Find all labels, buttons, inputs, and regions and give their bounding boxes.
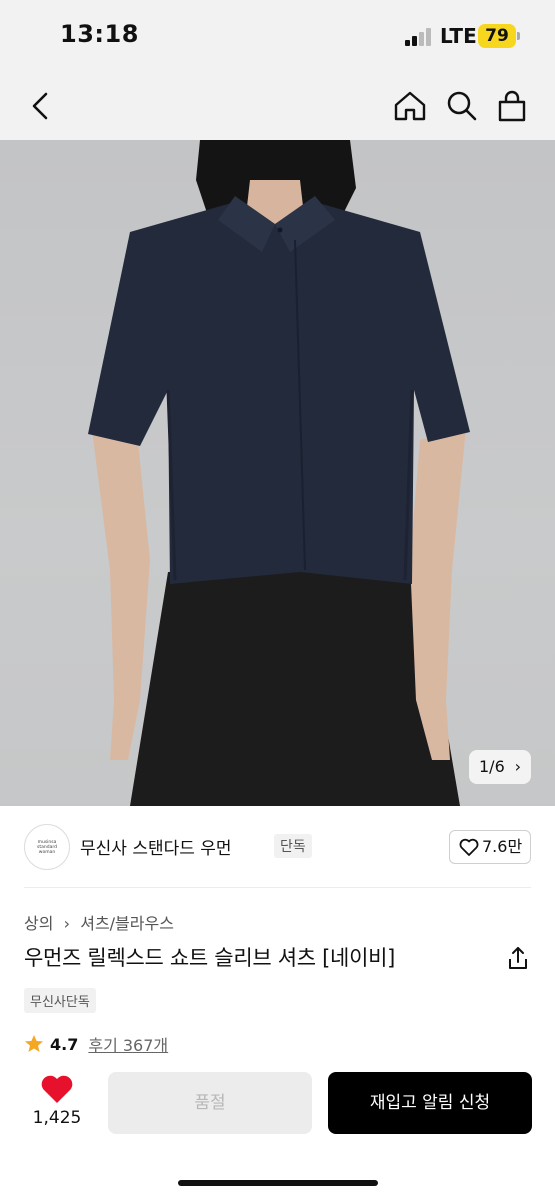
- image-counter-text: 1/6: [479, 757, 505, 776]
- heart-count: 1,425: [32, 1108, 82, 1128]
- rating-row: 4.7 후기 367개: [24, 1032, 168, 1056]
- nav-bar: [0, 72, 555, 140]
- star-icon: [25, 1035, 43, 1052]
- back-icon[interactable]: [24, 86, 60, 126]
- battery-icon: 79: [478, 24, 516, 48]
- brand-name[interactable]: 무신사 스탠다드 우먼: [80, 834, 232, 859]
- soldout-button: 품절: [108, 1072, 312, 1134]
- exclusive-tag: 무신사단독: [24, 988, 96, 1013]
- review-link[interactable]: 후기 367개: [88, 1032, 168, 1056]
- home-indicator: [178, 1180, 378, 1186]
- bottom-action-bar: 1,425 품절 재입고 알림 신청: [0, 1060, 555, 1200]
- brand-row: musinsa standard woman 무신사 스탠다드 우먼 단독 7.…: [24, 806, 531, 888]
- model-shirt-illustration: [88, 140, 470, 806]
- heart-icon[interactable]: [40, 1074, 74, 1104]
- home-icon[interactable]: [392, 86, 428, 126]
- breadcrumb-item[interactable]: 상의: [24, 910, 53, 934]
- brand-logo[interactable]: musinsa standard woman: [24, 824, 70, 870]
- chevron-right-icon: ›: [514, 757, 521, 776]
- status-time: 13:18: [60, 20, 139, 48]
- breadcrumb: 상의 › 셔츠/블라우스: [24, 910, 174, 934]
- search-icon[interactable]: [443, 86, 479, 126]
- image-counter[interactable]: 1/6 ›: [469, 750, 531, 784]
- signal-icon: [405, 28, 435, 46]
- chevron-right-icon: ›: [58, 914, 76, 933]
- brand-like-button[interactable]: 7.6만: [449, 830, 531, 864]
- network-label: LTE: [440, 24, 477, 48]
- rating-value: 4.7: [50, 1034, 79, 1054]
- brand-like-count: 7.6만: [482, 837, 523, 856]
- product-image[interactable]: 1/6 ›: [0, 140, 555, 806]
- status-bar: 13:18 LTE 79: [0, 0, 555, 72]
- restock-alert-button[interactable]: 재입고 알림 신청: [328, 1072, 532, 1134]
- shopping-bag-icon[interactable]: [494, 86, 530, 126]
- heart-outline-icon: [459, 838, 479, 856]
- product-title: 우먼즈 릴렉스드 쇼트 슬리브 셔츠 [네이비]: [24, 946, 396, 970]
- share-icon[interactable]: [504, 944, 532, 972]
- breadcrumb-item[interactable]: 셔츠/블라우스: [80, 910, 174, 934]
- exclusive-badge: 단독: [274, 834, 312, 858]
